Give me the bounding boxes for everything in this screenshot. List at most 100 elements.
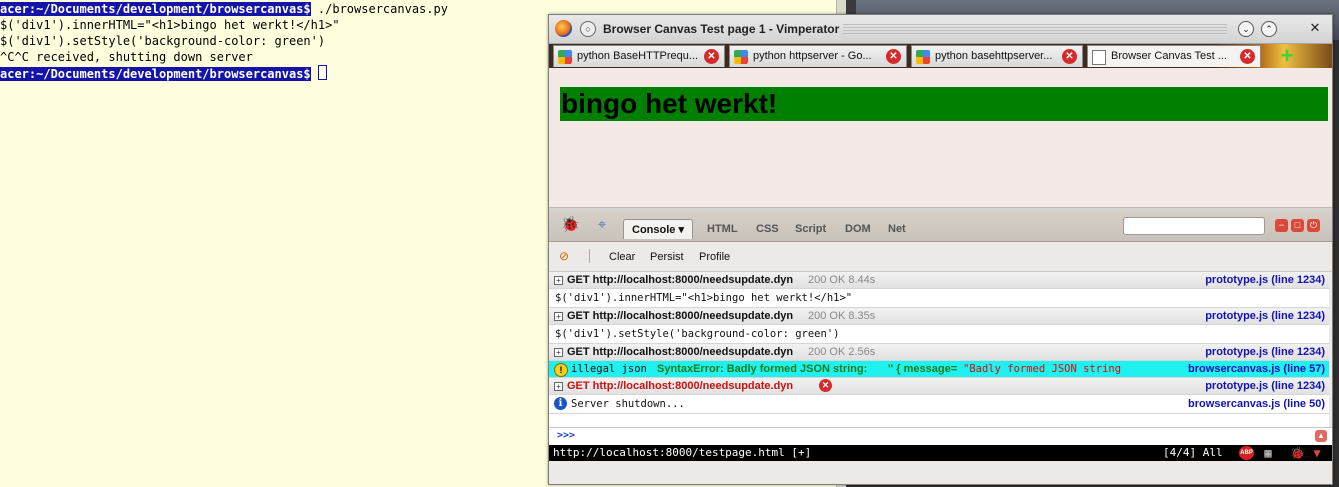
tab-close-icon[interactable]: ✕ [704, 49, 719, 64]
window-titlebar[interactable]: ○ Browser Canvas Test page 1 - Vimperato… [549, 15, 1332, 44]
log-output: $('div1').setStyle('background-color: gr… [555, 328, 840, 340]
request-status: 200 OK 2.56s [808, 346, 876, 358]
tab-script[interactable]: Script [795, 223, 826, 235]
tab-dom[interactable]: DOM [845, 223, 871, 235]
command-line-close-icon[interactable]: ▲ [1315, 430, 1327, 442]
request-url: GET http://localhost:8000/needsupdate.dy… [567, 274, 794, 286]
tab-close-icon[interactable]: ✕ [886, 49, 901, 64]
log-row-request[interactable]: + GET http://localhost:8000/needsupdate.… [549, 308, 1329, 325]
window-bottom [549, 461, 1332, 484]
info-icon: i [554, 397, 567, 410]
tab-python-basehttprequest[interactable]: python BaseHTTPrequ... ✕ [553, 45, 725, 67]
log-row-output: $('div1').setStyle('background-color: gr… [549, 325, 1329, 344]
tab-net[interactable]: Net [888, 223, 906, 235]
profile-button[interactable]: Profile [699, 251, 730, 263]
google-icon [734, 50, 748, 64]
tab-label: python httpserver - Go... [753, 50, 872, 62]
google-icon [558, 50, 572, 64]
firebug-minimize-icon[interactable]: − [1275, 219, 1288, 232]
tab-label: python BaseHTTPrequ... [577, 50, 699, 62]
vimperator-statusbar: http://localhost:8000/testpage.html [+] … [549, 445, 1332, 461]
error-object: '' { message= [888, 363, 958, 375]
tab-html[interactable]: HTML [707, 223, 738, 235]
firefox-icon [555, 20, 572, 37]
expand-icon[interactable]: + [554, 348, 563, 357]
console-command-line[interactable]: >>> ▲ [549, 427, 1332, 445]
firebug-detach-icon[interactable]: □ [1291, 219, 1304, 232]
log-row-error[interactable]: ! illegal json SyntaxError: Badly formed… [549, 361, 1329, 378]
status-url: http://localhost:8000/testpage.html [+] [553, 446, 812, 459]
tab-label: Browser Canvas Test ... [1111, 50, 1227, 62]
window-title: Browser Canvas Test page 1 - Vimperator [603, 22, 840, 36]
warning-icon: ! [554, 363, 568, 377]
titlebar-grip [843, 24, 1227, 34]
div1-box: bingo het werkt! [560, 87, 1328, 121]
error-label: illegal json [571, 363, 647, 375]
log-row-request-error[interactable]: + GET http://localhost:8000/needsupdate.… [549, 378, 1329, 395]
tab-css[interactable]: CSS [756, 223, 779, 235]
firebug-power-icon[interactable]: ⏻ [1307, 219, 1320, 232]
request-status: 200 OK 8.44s [808, 274, 876, 286]
shell-prompt: acer:~/Documents/development/browsercanv… [0, 67, 311, 81]
download-icon[interactable]: ▼ [1310, 446, 1324, 460]
tab-close-icon[interactable]: ✕ [1062, 49, 1077, 64]
log-row-output: $('div1').innerHTML="<h1>bingo het werkt… [549, 289, 1329, 308]
close-window-button[interactable]: ✕ [1308, 21, 1322, 35]
google-icon [916, 50, 930, 64]
tab-browser-canvas-test[interactable]: Browser Canvas Test ... ✕ [1087, 45, 1261, 67]
shell-command: ./browsercanvas.py [310, 2, 448, 16]
request-status: 200 OK 8.35s [808, 310, 876, 322]
tab-python-basehttpserver[interactable]: python basehttpserver... ✕ [911, 45, 1083, 67]
source-link[interactable]: browsercanvas.js (line 50) [1188, 396, 1325, 412]
browser-window[interactable]: ○ Browser Canvas Test page 1 - Vimperato… [548, 14, 1333, 485]
log-output: $('div1').innerHTML="<h1>bingo het werkt… [555, 292, 853, 304]
log-row-request[interactable]: + GET http://localhost:8000/needsupdate.… [549, 344, 1329, 361]
tab-label: python basehttpserver... [935, 50, 1053, 62]
expand-icon[interactable]: + [554, 382, 563, 391]
page-content: bingo het werkt! [549, 68, 1332, 207]
log-row-request[interactable]: + GET http://localhost:8000/needsupdate.… [549, 272, 1329, 289]
expand-icon[interactable]: + [554, 276, 563, 285]
error-text: SyntaxError: Badly formed JSON string: [657, 363, 868, 375]
error-message: "Badly formed JSON string [963, 363, 1122, 375]
adblock-icon[interactable]: ABP [1239, 446, 1254, 460]
firebug-toolbar: 🐞 ⌖ Console ▾ HTML CSS Script DOM Net − … [549, 211, 1332, 242]
clear-button[interactable]: Clear [609, 251, 635, 263]
window-menu-button[interactable]: ○ [580, 21, 596, 37]
terminal-cursor [317, 65, 327, 80]
firebug-status-icon[interactable]: 🐞 [1290, 446, 1305, 460]
tab-close-icon[interactable]: ✕ [1240, 49, 1255, 64]
tab-position: [4/4] All [1163, 446, 1223, 459]
console-toolbar: ⊘ Clear Persist Profile [549, 242, 1332, 272]
tab-console[interactable]: Console ▾ [623, 219, 693, 239]
page-heading: bingo het werkt! [561, 88, 778, 119]
shell-prompt: acer:~/Documents/development/browsercanv… [0, 2, 311, 16]
request-url: GET http://localhost:8000/needsupdate.dy… [567, 310, 794, 322]
toolbar-separator [589, 249, 590, 263]
tab-python-httpserver[interactable]: python httpserver - Go... ✕ [729, 45, 907, 67]
persist-button[interactable]: Persist [650, 251, 684, 263]
log-output: Server shutdown... [571, 398, 685, 410]
minimize-button[interactable]: ⌄ [1238, 21, 1254, 37]
request-url: GET http://localhost:8000/needsupdate.dy… [567, 380, 794, 392]
request-url: GET http://localhost:8000/needsupdate.dy… [567, 346, 794, 358]
source-link[interactable]: prototype.js (line 1234) [1205, 344, 1325, 360]
command-prompt: >>> [557, 430, 576, 441]
source-link[interactable]: prototype.js (line 1234) [1205, 378, 1325, 394]
log-row-info[interactable]: i Server shutdown... browsercanvas.js (l… [549, 395, 1329, 414]
console-filter-icon[interactable]: ⊘ [559, 248, 577, 264]
checker-icon[interactable]: ▦ [1261, 446, 1275, 460]
inspect-icon[interactable]: ⌖ [593, 216, 611, 234]
source-link[interactable]: prototype.js (line 1234) [1205, 308, 1325, 324]
new-tab-button[interactable]: + [1275, 45, 1299, 67]
firebug-search-input[interactable] [1123, 217, 1265, 235]
maximize-button[interactable]: ⌃ [1261, 21, 1277, 37]
firebug-bug-icon[interactable]: 🐞 [561, 216, 580, 234]
expand-icon[interactable]: + [554, 312, 563, 321]
source-link[interactable]: prototype.js (line 1234) [1205, 272, 1325, 288]
source-link[interactable]: browsercanvas.js (line 57) [1188, 361, 1325, 377]
console-log[interactable]: + GET http://localhost:8000/needsupdate.… [549, 272, 1332, 427]
tab-bar: python BaseHTTPrequ... ✕ python httpserv… [549, 44, 1332, 68]
page-icon [1092, 50, 1106, 65]
error-x-icon: ✕ [819, 379, 832, 392]
